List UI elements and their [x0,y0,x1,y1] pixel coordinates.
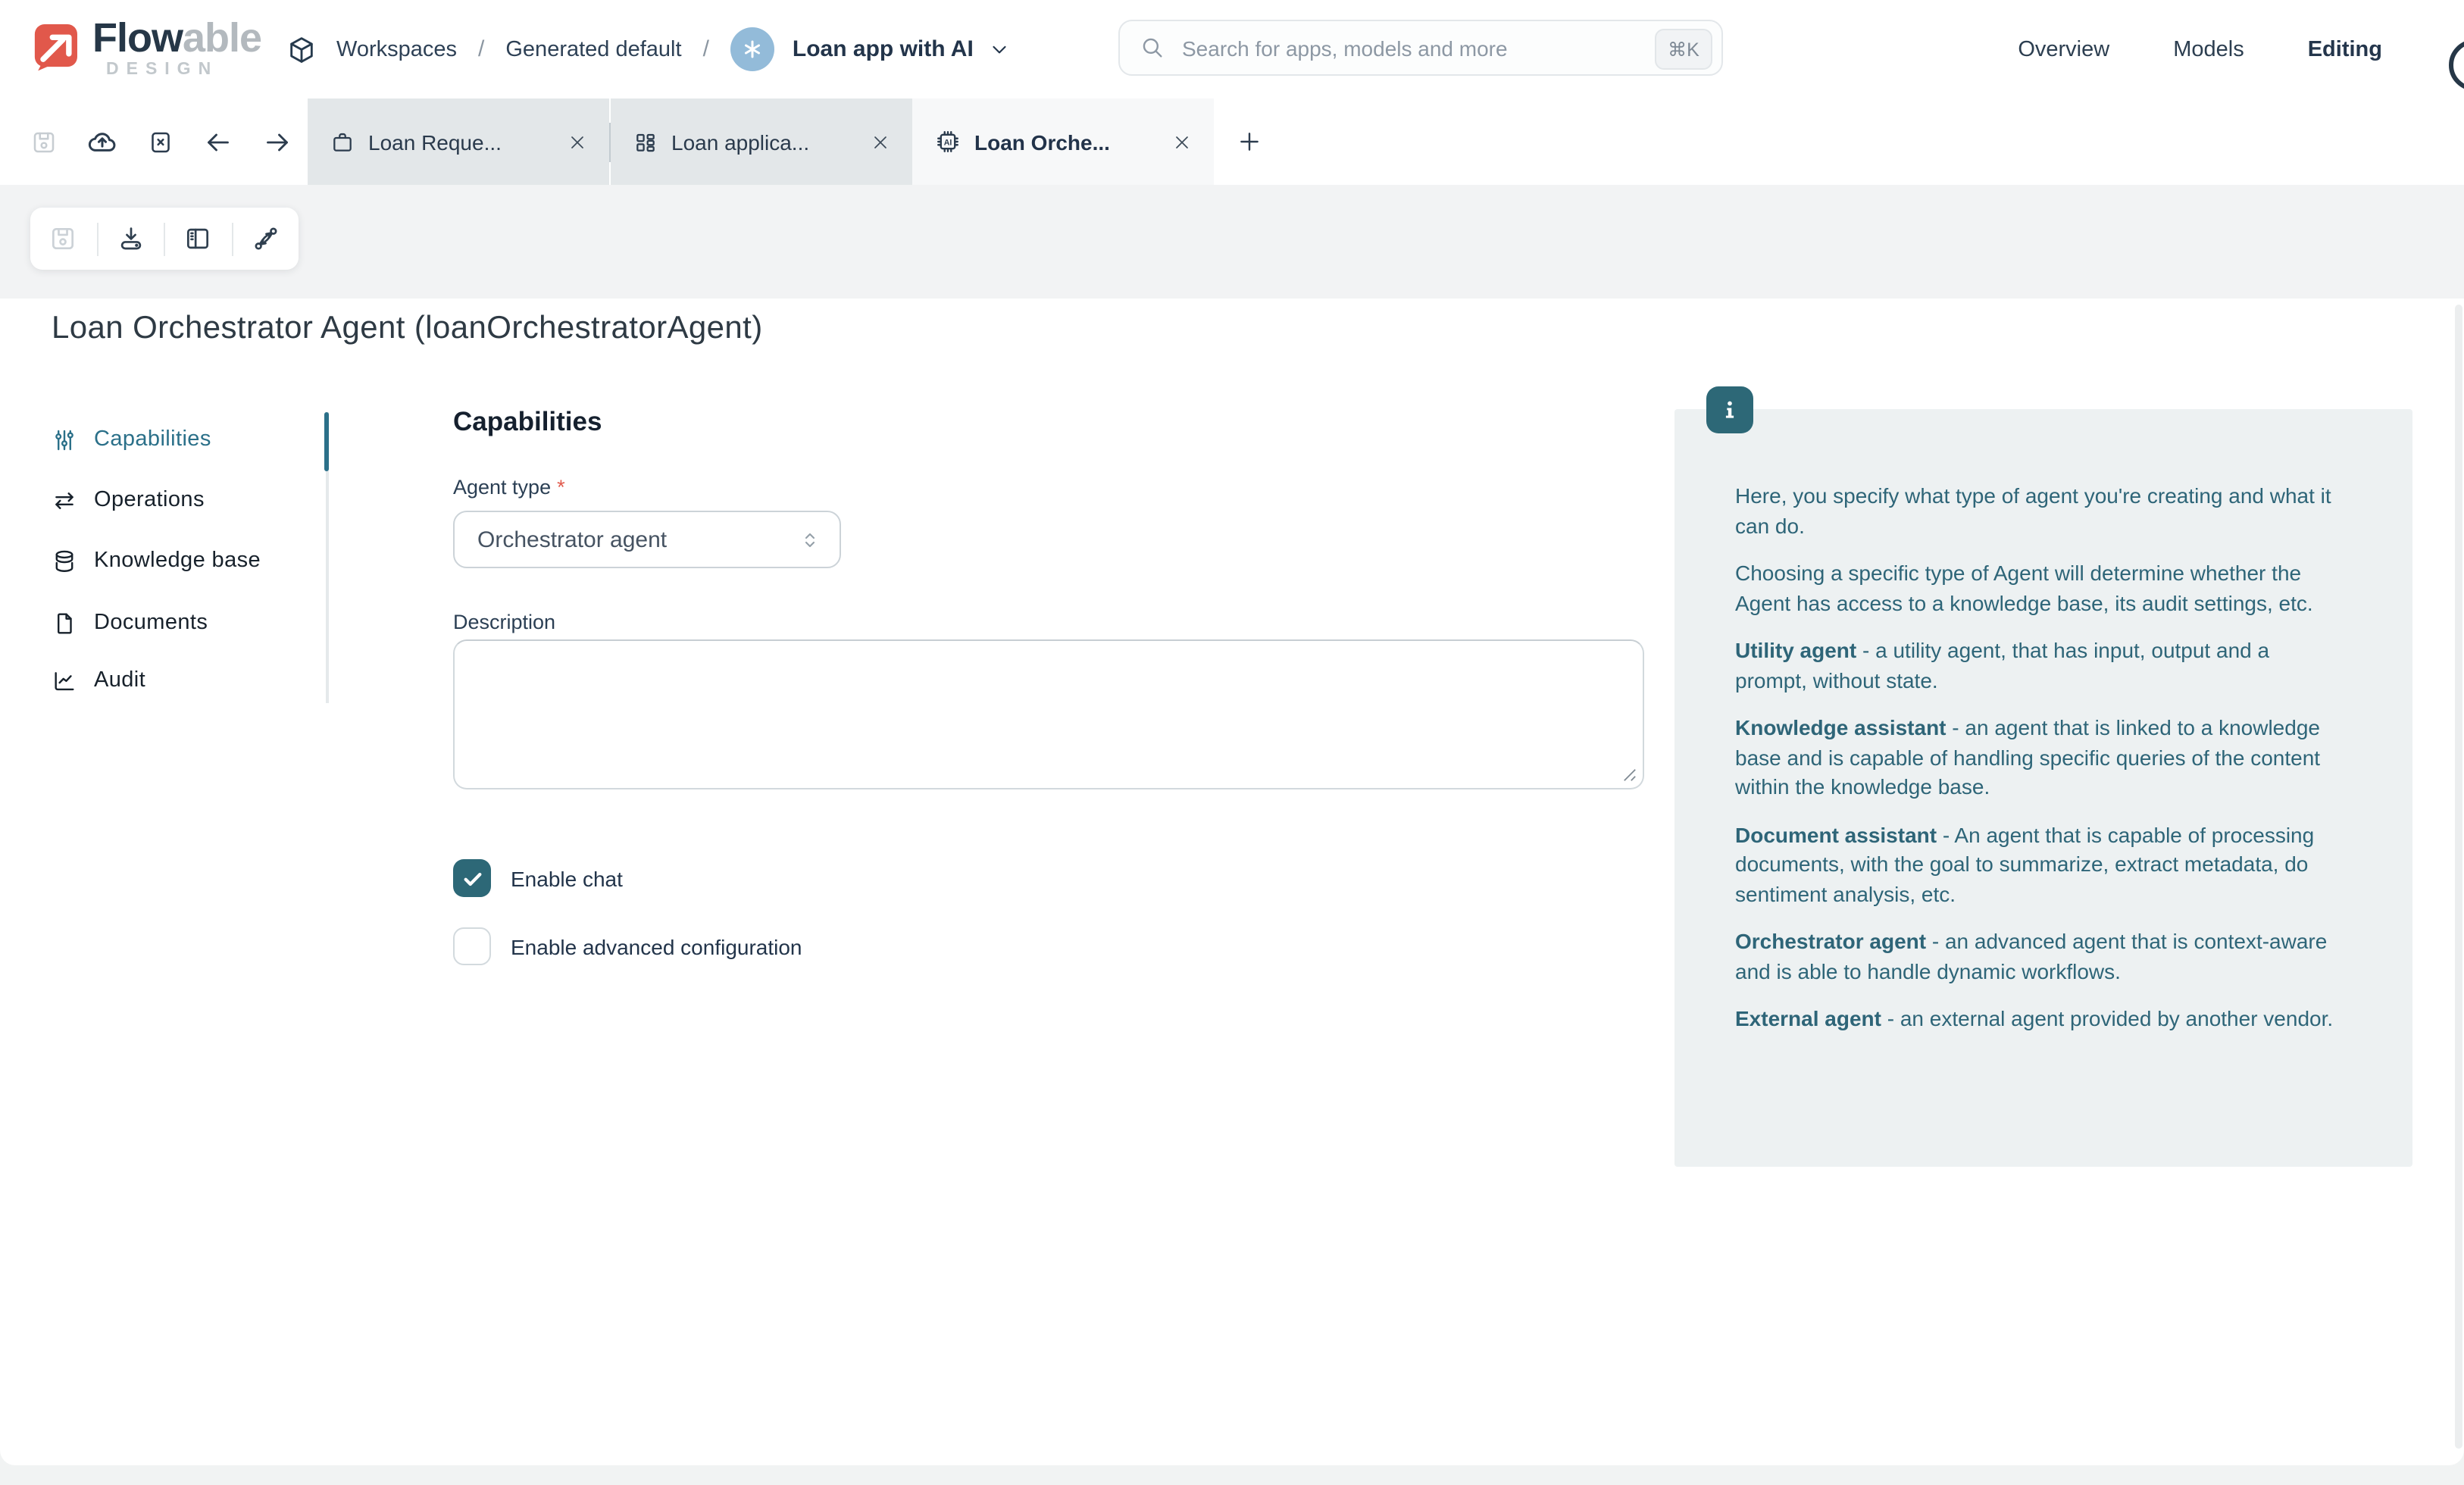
info-paragraph: Orchestrator agent - an advanced agent t… [1735,927,2343,986]
swap-arrows-icon [52,487,77,513]
top-header: Flowable DESIGN Workspaces / Generated d… [0,0,2464,98]
page-title: Loan Orchestrator Agent (loanOrchestrato… [52,311,763,347]
search-shortcut-badge: ⌘K [1655,29,1712,70]
description-textarea[interactable] [455,641,1643,788]
chart-line-icon [52,667,77,693]
close-box-icon[interactable] [147,128,174,155]
save-icon[interactable] [30,224,96,253]
download-icon[interactable] [98,224,164,253]
breadcrumb-workspace-name[interactable]: Generated default [505,37,681,61]
info-paragraph: Here, you specify what type of agent you… [1735,482,2343,541]
info-panel-text: Here, you specify what type of agent you… [1674,409,2412,1034]
grid-icon [633,130,658,154]
breadcrumb-app-name: Loan app with AI [793,36,974,62]
user-avatar[interactable] [2449,39,2464,91]
compare-versions-icon[interactable] [233,224,299,253]
panel-layout-icon[interactable] [165,224,231,253]
toolbar-strip [0,185,2464,299]
sliders-icon [52,427,77,452]
breadcrumb-workspaces[interactable]: Workspaces [336,37,457,61]
brand-wordmark: Flowable [92,18,261,58]
save-icon[interactable] [30,128,58,155]
required-marker: * [557,476,565,499]
svg-text:AI: AI [944,138,952,147]
plus-icon [1236,129,1262,155]
nav-editing[interactable]: Editing [2308,37,2382,61]
document-icon [52,610,77,636]
editor-tabstrip: Loan Reque... Loan applica... [0,98,2464,185]
description-label: Description [453,611,555,633]
database-icon [52,548,77,574]
agent-type-select[interactable]: Orchestrator agent [453,511,841,568]
floating-toolbar [30,208,299,270]
open-model-tabs: Loan Reque... Loan applica... [308,98,1284,185]
enable-advanced-config-row: Enable advanced configuration [453,927,802,965]
check-icon [460,866,484,890]
workspace-cube-icon [286,34,317,64]
info-icon [1706,386,1753,433]
app-avatar [730,27,774,71]
app-switcher[interactable]: Loan app with AI [730,27,1012,71]
info-panel: Here, you specify what type of agent you… [1674,409,2412,1167]
sparkle-icon [741,38,764,61]
sidebar-item-knowledge-base[interactable]: Knowledge base [52,539,261,582]
nav-models[interactable]: Models [2173,37,2244,61]
sidebar-item-capabilities[interactable]: Capabilities [52,418,211,461]
add-tab-button[interactable] [1214,98,1284,185]
info-paragraph: Document assistant - An agent that is ca… [1735,821,2343,909]
info-paragraph: Choosing a specific type of Agent will d… [1735,559,2343,618]
enable-advanced-config-label[interactable]: Enable advanced configuration [511,934,802,958]
ai-chip-icon: AI [935,129,961,155]
sidebar-active-indicator [324,412,329,471]
search-input[interactable] [1179,34,1721,61]
global-search[interactable]: ⌘K [1118,20,1723,76]
brand-subtitle: DESIGN [106,61,261,79]
close-tab-icon[interactable] [867,128,894,155]
enable-advanced-config-checkbox[interactable] [453,927,491,965]
info-paragraph: Utility agent - a utility agent, that ha… [1735,636,2343,696]
nav-overview[interactable]: Overview [2018,37,2109,61]
back-arrow-icon[interactable] [203,127,233,157]
search-icon [1140,35,1165,61]
info-paragraph: Knowledge assistant - an agent that is l… [1735,714,2343,802]
tabstrip-actions [30,98,292,185]
sidebar-item-operations[interactable]: Operations [52,479,205,521]
sidebar-item-documents[interactable]: Documents [52,602,208,644]
app-window: Flowable DESIGN Workspaces / Generated d… [0,0,2464,1485]
enable-chat-checkbox[interactable] [453,859,491,897]
publish-cloud-icon[interactable] [86,126,118,158]
chevron-down-icon [989,38,1012,61]
info-paragraph: External agent - an external agent provi… [1735,1005,2343,1034]
scrollbar-track[interactable] [2455,305,2462,1449]
top-nav: Overview Models Editing [2018,0,2382,98]
tab-loan-request[interactable]: Loan Reque... [308,98,609,185]
enable-chat-label[interactable]: Enable chat [511,866,623,890]
tab-loan-application[interactable]: Loan applica... [611,98,912,185]
close-tab-icon[interactable] [1168,128,1196,155]
close-tab-icon[interactable] [564,128,591,155]
agent-type-label: Agent type* [453,476,565,499]
description-field [453,639,1644,789]
flowable-logo: Flowable DESIGN [27,18,261,79]
breadcrumb: Workspaces / Generated default / Loan ap… [286,0,1012,98]
section-title: Capabilities [453,406,602,438]
select-updown-icon [799,528,821,551]
forward-arrow-icon[interactable] [262,127,292,157]
enable-chat-row: Enable chat [453,859,623,897]
sidebar-item-audit[interactable]: Audit [52,659,145,702]
tab-loan-orchestrator[interactable]: AI Loan Orche... [912,98,1214,185]
resize-handle-icon[interactable] [1623,768,1637,782]
briefcase-icon [330,130,355,154]
flowable-logo-icon [27,18,83,74]
